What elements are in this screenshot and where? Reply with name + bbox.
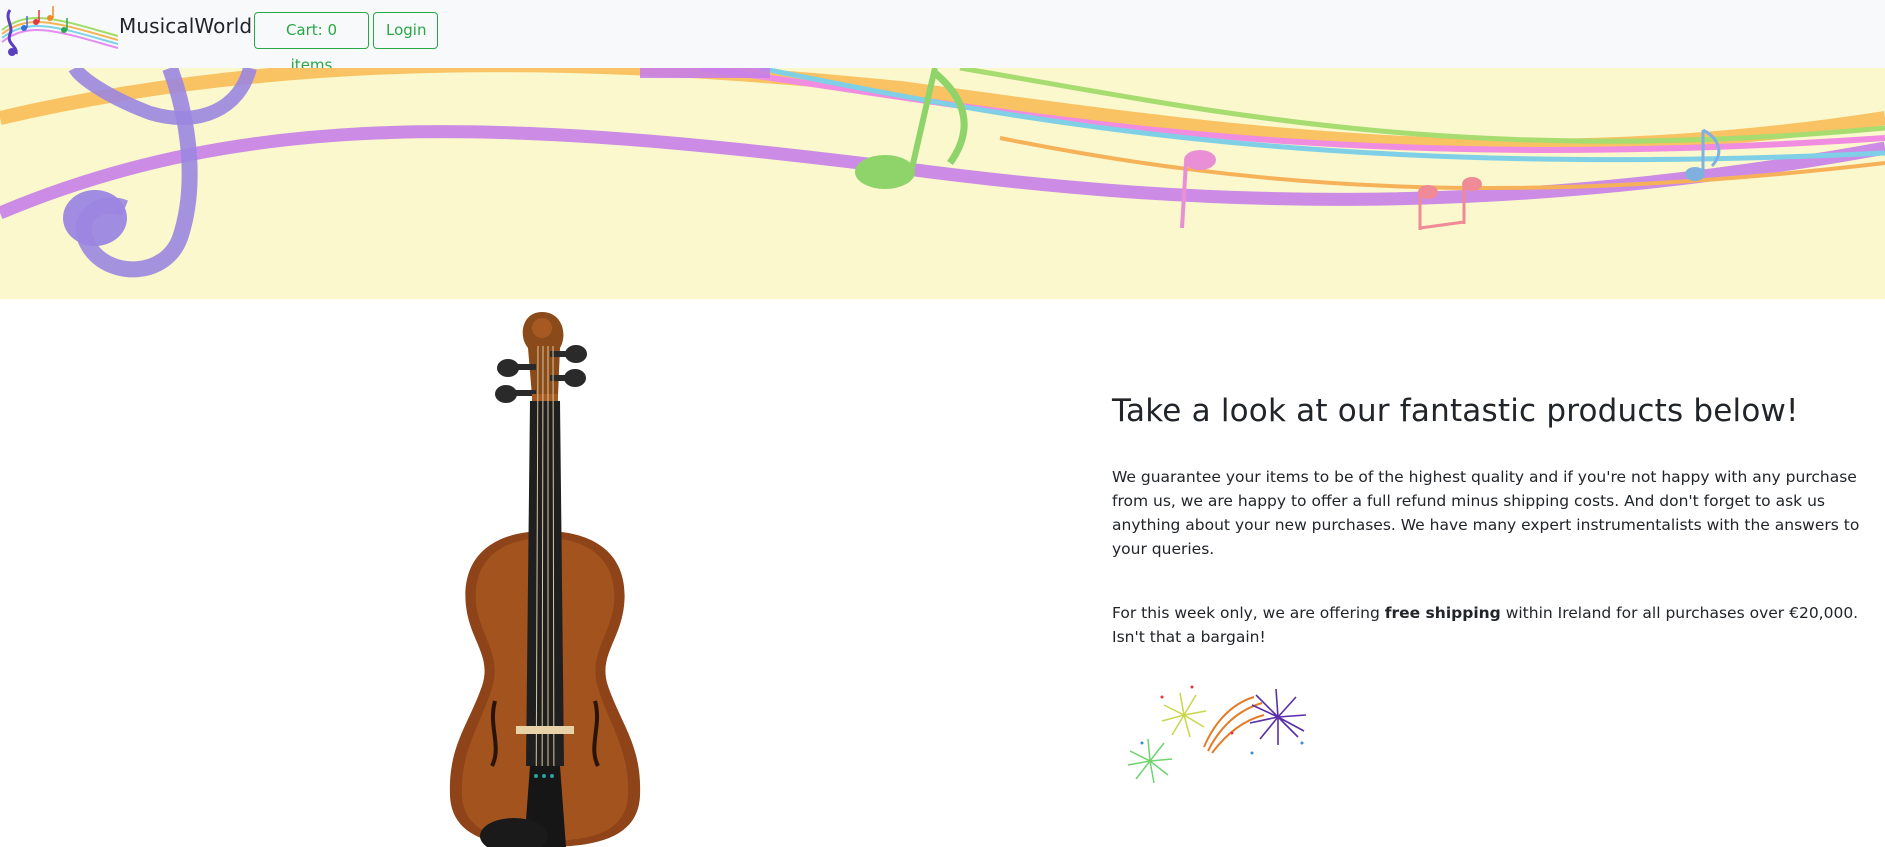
shipping-offer-text: For this week only, we are offering free… bbox=[1112, 601, 1882, 649]
music-banner bbox=[0, 68, 1885, 299]
login-button[interactable]: Login bbox=[373, 12, 438, 49]
brand-name[interactable]: MusicalWorld bbox=[119, 14, 252, 38]
fireworks-image bbox=[1127, 685, 1307, 784]
page-heading: Take a look at our fantastic products be… bbox=[1112, 393, 1799, 429]
quality-guarantee-text: We guarantee your items to be of the hig… bbox=[1112, 468, 1860, 558]
offer-suffix: within Ireland for all purchases over €2… bbox=[1500, 604, 1859, 622]
violin-image[interactable] bbox=[440, 306, 650, 847]
music-notes-logo[interactable] bbox=[0, 2, 118, 58]
music-staff-banner-icon bbox=[0, 68, 1885, 278]
bargain-line: Isn't that a bargain! bbox=[1112, 628, 1266, 646]
cart-button[interactable]: Cart: 0 items bbox=[254, 12, 369, 74]
free-shipping-label: free shipping bbox=[1384, 604, 1501, 622]
promo-content: Take a look at our fantastic products be… bbox=[1112, 393, 1885, 784]
navbar: MusicalWorld Cart: 0 items Login bbox=[0, 0, 1885, 74]
offer-prefix: For this week only, we are offering bbox=[1112, 604, 1385, 622]
